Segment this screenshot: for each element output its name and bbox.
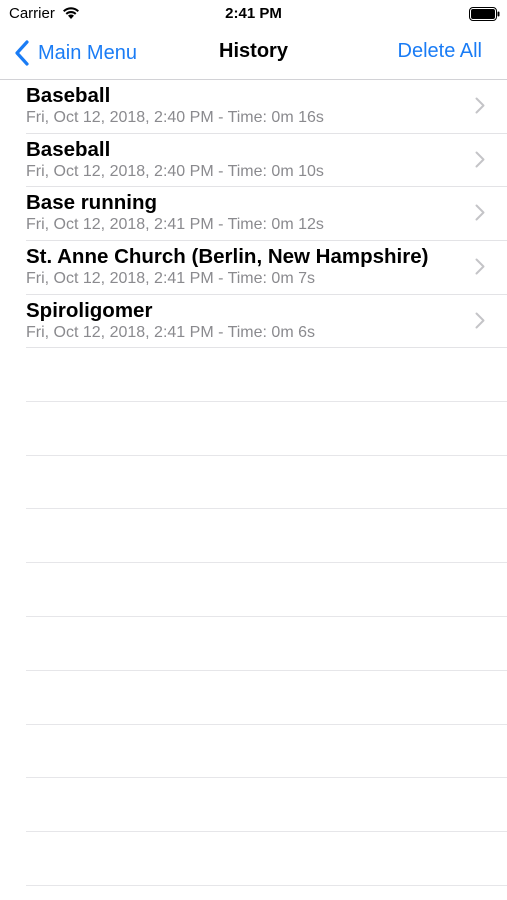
status-time: 2:41 PM [225,5,282,22]
list-item[interactable]: Spiroligomer Fri, Oct 12, 2018, 2:41 PM … [26,295,507,349]
empty-row [26,778,507,833]
empty-row [26,402,507,456]
item-subtitle: Fri, Oct 12, 2018, 2:40 PM - Time: 0m 16… [26,109,324,126]
item-title: Baseball [26,84,111,107]
empty-row [26,832,507,886]
empty-row [26,563,507,617]
item-subtitle: Fri, Oct 12, 2018, 2:41 PM - Time: 0m 12… [26,216,324,234]
delete-all-button[interactable]: Delete All [398,40,483,63]
empty-row [26,348,507,402]
item-title: St. Anne Church (Berlin, New Hampshire) [26,245,429,269]
chevron-right-icon [475,204,485,221]
empty-row [26,509,507,564]
empty-row [26,617,507,671]
empty-table-rows [26,348,507,886]
status-bar: Carrier 2:41 PM [0,0,507,28]
chevron-right-icon [475,97,485,114]
list-item[interactable]: St. Anne Church (Berlin, New Hampshire) … [26,241,507,295]
item-subtitle: Fri, Oct 12, 2018, 2:41 PM - Time: 0m 7s [26,270,315,288]
item-subtitle: Fri, Oct 12, 2018, 2:41 PM - Time: 0m 6s [26,323,315,341]
empty-row [26,671,507,725]
chevron-right-icon [475,151,485,168]
empty-row [26,456,507,510]
battery-icon [469,7,500,21]
history-list: Baseball Fri, Oct 12, 2018, 2:40 PM - Ti… [0,80,507,349]
navigation-bar: Main Menu History Delete All [0,28,507,80]
item-title: Base running [26,191,157,215]
list-item[interactable]: Base running Fri, Oct 12, 2018, 2:41 PM … [26,187,507,242]
chevron-right-icon [475,312,485,329]
item-title: Spiroligomer [26,298,153,322]
item-subtitle: Fri, Oct 12, 2018, 2:40 PM - Time: 0m 10… [26,162,324,180]
list-item[interactable]: Baseball Fri, Oct 12, 2018, 2:40 PM - Ti… [26,134,507,188]
history-screen: Carrier 2:41 PM Main Menu History Delete… [0,0,507,900]
chevron-right-icon [475,258,485,275]
item-title: Baseball [26,137,111,161]
empty-row [26,725,507,779]
list-item[interactable]: Baseball Fri, Oct 12, 2018, 2:40 PM - Ti… [26,80,507,134]
